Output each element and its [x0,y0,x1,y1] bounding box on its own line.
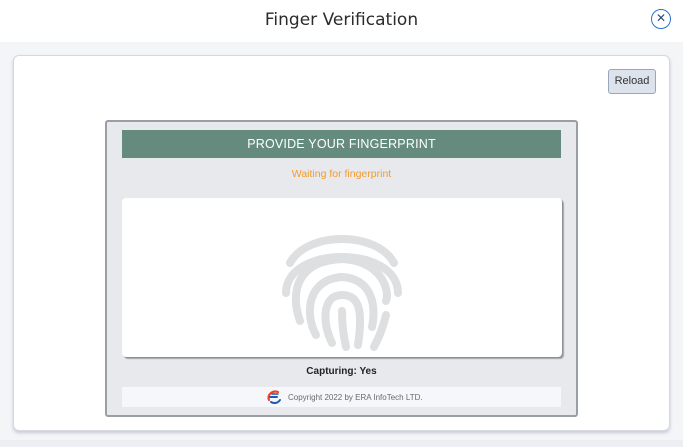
copyright-text: Copyright 2022 by ERA InfoTech LTD. [288,393,423,402]
capture-status-text: Waiting for fingerprint [291,168,392,180]
era-logo-icon [267,390,281,405]
fingerprint-icon [282,235,402,351]
dialog-title: Finger Verification [264,10,419,30]
dialog-title-bar: Finger Verification [0,0,683,42]
capturing-status: Capturing: Yes [306,366,377,377]
bottom-strip [0,440,683,447]
reload-button[interactable]: Reload [608,69,656,94]
close-icon[interactable]: ✕ [651,9,671,29]
capture-header: PROVIDE YOUR FINGERPRINT [122,130,561,158]
